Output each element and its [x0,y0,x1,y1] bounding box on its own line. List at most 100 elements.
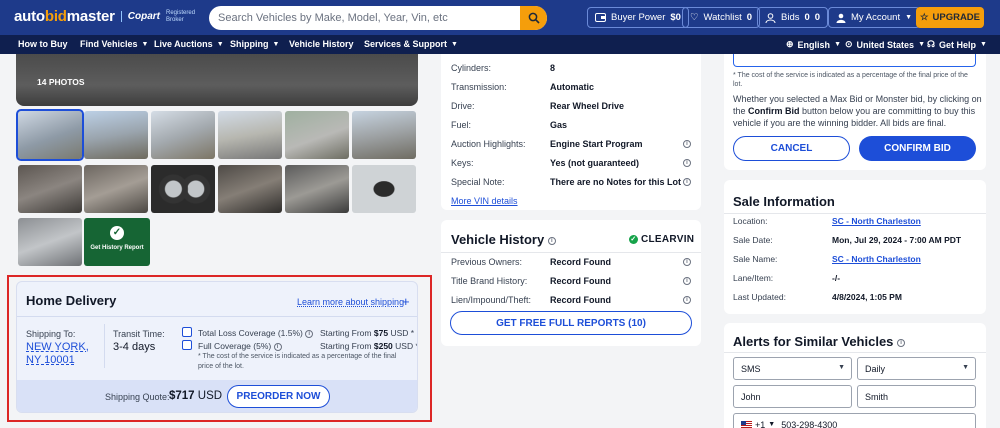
cancel-button[interactable]: CANCEL [733,136,850,161]
alert-method-select[interactable]: SMS ▼ [733,357,852,380]
spec-value: There are no Notes for this Lot [550,177,682,187]
history-key: Title Brand History: [451,276,528,286]
info-icon[interactable]: i [683,258,691,266]
nav-services-support[interactable]: Services & Support ▼ [364,39,458,49]
sale-name-link[interactable]: SC - North Charleston [832,254,921,264]
coverage-note: * The cost of the service is indicated a… [198,353,397,370]
help-menu[interactable]: ☊ Get Help ▼ [927,39,987,50]
thumbnail-6[interactable] [352,111,416,159]
starting-from-label: Starting From [320,328,372,338]
globe-icon: ⊕ [786,39,794,49]
total-loss-checkbox[interactable] [182,327,192,337]
spec-value: Yes (not guaranteed) [550,158,640,168]
nav-vehicle-history[interactable]: Vehicle History [289,39,354,49]
search-bar [209,6,547,30]
info-icon[interactable]: i [683,277,691,285]
info-icon[interactable]: i [897,338,906,347]
thumbnail-13[interactable] [18,218,82,266]
user-icon [836,13,846,23]
home-delivery-card: Home Delivery Learn more about shipping … [16,281,418,413]
nav-find-vehicles[interactable]: Find Vehicles ▼ [80,39,148,49]
headset-icon: ☊ [927,39,935,49]
shipping-to-city-link[interactable]: NEW YORK, NY 10001 [26,341,106,367]
history-key: Lien/Impound/Theft: [451,295,532,305]
get-full-reports-button[interactable]: GET FREE FULL REPORTS (10) [450,311,692,335]
spec-key: Drive: [451,101,475,111]
info-icon[interactable]: i [683,296,691,304]
first-name-field[interactable]: John [733,385,852,408]
expand-plus-icon[interactable]: + [402,294,410,309]
nav-how-to-buy[interactable]: How to Buy [18,39,68,49]
shipping-to-label: Shipping To: [26,329,76,339]
sale-value: -/- [832,273,841,283]
country-selector[interactable]: ⊙ United States ▼ [845,39,925,50]
info-icon[interactable]: i [273,342,282,351]
learn-more-shipping-link[interactable]: Learn more about shipping [297,297,404,307]
thumbnail-4[interactable] [218,111,282,159]
star-icon: ☆ [919,12,929,23]
bid-commitment-text: Whether you selected a Max Bid or Monste… [733,93,983,129]
search-button[interactable] [520,6,547,30]
first-name-value: John [741,391,761,402]
history-key: Previous Owners: [451,257,523,267]
last-name-field[interactable]: Smith [857,385,976,408]
thumbnail-10[interactable] [218,165,282,213]
buyer-power-button[interactable]: Buyer Power $0 [587,7,689,28]
thumbnail-11[interactable] [285,165,349,213]
full-coverage-row: Full Coverage (5%) i [198,341,282,351]
info-icon[interactable]: i [683,159,691,167]
sale-key: Sale Name: [733,254,778,264]
search-input[interactable] [209,12,520,24]
nav-label: Find Vehicles [80,39,138,49]
confirm-bid-button[interactable]: CONFIRM BID [859,136,976,161]
bid-amount-field[interactable] [733,54,976,67]
check-circle-icon: ✓ [629,235,638,244]
transit-time-value: 3-4 days [113,341,156,353]
thumbnail-5[interactable] [285,111,349,159]
nav-live-auctions[interactable]: Live Auctions ▼ [154,39,224,49]
info-icon[interactable]: i [683,140,691,148]
chevron-down-icon: ▼ [918,41,925,48]
history-report-tile[interactable]: ✓ Get History Report [84,218,150,266]
country-label: United States [856,39,915,50]
nav-label: How to Buy [18,39,68,49]
thumbnail-3[interactable] [151,111,215,159]
logo-bid: bid [44,8,67,25]
preorder-now-button[interactable]: PREORDER NOW [227,385,330,408]
thumbnail-8[interactable] [84,165,148,213]
bids-button[interactable]: Bids 0 0 [757,7,829,28]
language-selector[interactable]: ⊕ English ▼ [786,39,841,50]
spec-key: Special Note: [451,177,505,187]
watchlist-button[interactable]: ♡ Watchlist 0 [682,7,761,28]
sale-key: Lane/Item: [733,273,774,283]
my-account-label: My Account [851,12,901,23]
info-icon[interactable]: i [683,178,691,186]
thumbnail-1[interactable] [16,109,84,161]
total-loss-price: $75 [373,328,389,338]
thumbnail-9[interactable] [151,165,215,213]
chevron-down-icon: ▼ [834,41,841,48]
thumbnail-2[interactable] [84,111,148,159]
upgrade-label: UPGRADE [932,12,981,23]
nav-shipping[interactable]: Shipping ▼ [230,39,279,49]
info-icon[interactable]: i [547,236,556,245]
sale-location-link[interactable]: SC - North Charleston [832,216,921,226]
currency-label: USD * [390,328,415,338]
main-photo[interactable]: 14 PHOTOS [16,54,418,106]
phone-field[interactable]: +1 ▼ 503-298-4300 [733,413,976,428]
spec-key: Cylinders: [451,63,492,73]
chevron-down-icon: ▼ [905,14,913,21]
info-icon[interactable]: i [305,329,314,338]
chevron-down-icon: ▼ [272,40,280,48]
thumbnail-7[interactable] [18,165,82,213]
full-coverage-checkbox[interactable] [182,340,192,350]
alert-frequency-select[interactable]: Daily ▼ [857,357,976,380]
logo[interactable]: autobidmaster Copart Registered Broker [14,8,196,25]
alerts-title-row: Alerts for Similar Vehicles i [733,334,906,349]
upgrade-button[interactable]: ☆ UPGRADE [916,7,984,28]
registered-broker-text: Registered Broker [166,9,196,23]
more-vin-details-link[interactable]: More VIN details [451,196,518,206]
sale-information-title: Sale Information [733,194,835,209]
thumbnail-12[interactable] [352,165,416,213]
my-account-button[interactable]: My Account ▼ [828,7,921,28]
